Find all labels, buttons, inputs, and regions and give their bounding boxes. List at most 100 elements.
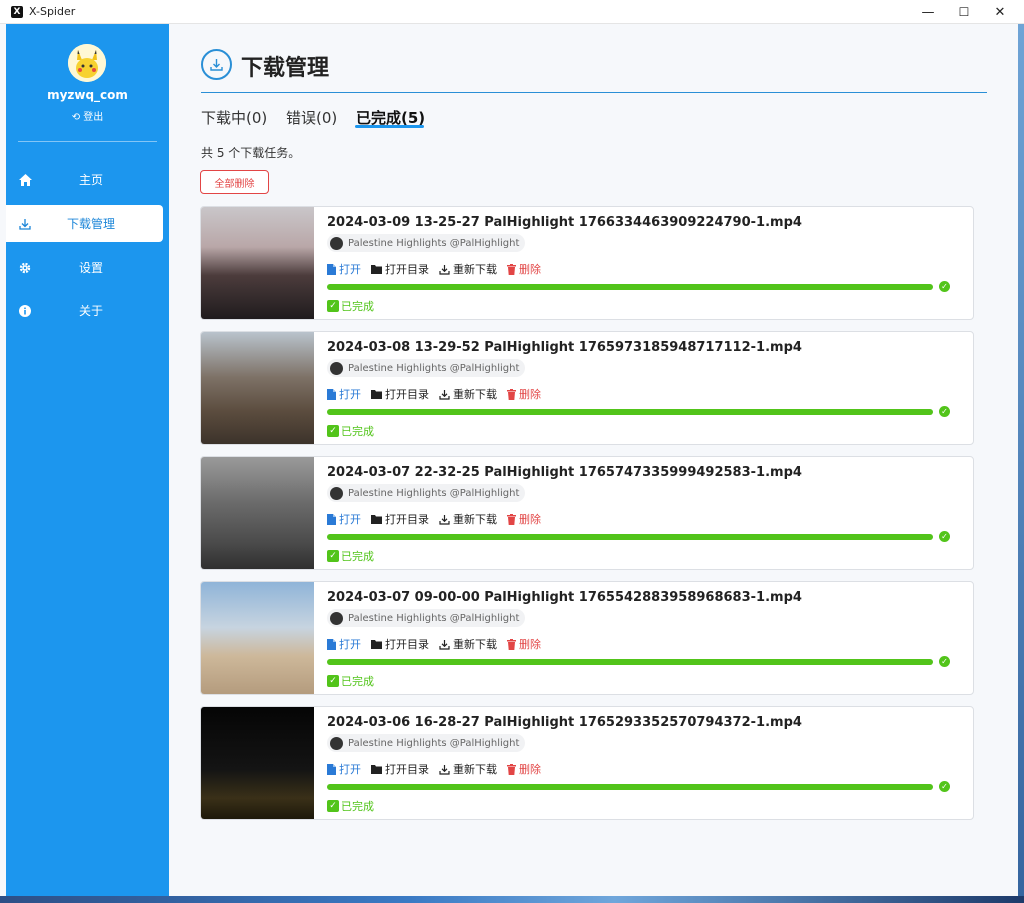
maximize-button[interactable]: ☐ — [946, 0, 982, 24]
redownload-button[interactable]: 重新下载 — [439, 261, 497, 277]
download-manager-icon — [201, 49, 232, 80]
redownload-button[interactable]: 重新下载 — [439, 761, 497, 777]
video-thumbnail[interactable] — [201, 457, 314, 569]
file-icon — [327, 763, 336, 775]
checkbox-checked-icon: ✓ — [327, 800, 339, 812]
card-actions: 打开 打开目录 重新下载 删除 — [327, 636, 551, 652]
open-directory-label: 打开目录 — [385, 513, 429, 526]
active-tab-indicator — [355, 125, 424, 128]
app-window: X X-Spider — ☐ ✕ myzwq_com ⟲ 登出 主页 下载管理 … — [0, 0, 1024, 896]
logout-icon: ⟲ — [71, 112, 81, 123]
progress-fill — [327, 784, 933, 790]
redownload-button[interactable]: 重新下载 — [439, 386, 497, 402]
status-badge: ✓ 已完成 — [327, 298, 374, 314]
close-button[interactable]: ✕ — [982, 0, 1018, 24]
author-name: Palestine Highlights @PalHighlight — [348, 362, 520, 374]
sidebar-item-about[interactable]: 关于 — [6, 292, 169, 329]
author-chip[interactable]: Palestine Highlights @PalHighlight — [327, 609, 526, 627]
redownload-button[interactable]: 重新下载 — [439, 511, 497, 527]
progress-bar — [327, 534, 933, 540]
file-name: 2024-03-07 22-32-25 PalHighlight 1765747… — [327, 465, 802, 480]
author-name: Palestine Highlights @PalHighlight — [348, 237, 520, 249]
redownload-label: 重新下载 — [453, 263, 497, 276]
progress-fill — [327, 534, 933, 540]
author-chip[interactable]: Palestine Highlights @PalHighlight — [327, 359, 526, 377]
checkbox-checked-icon: ✓ — [327, 425, 339, 437]
file-name: 2024-03-07 09-00-00 PalHighlight 1765542… — [327, 590, 802, 605]
progress-bar — [327, 409, 933, 415]
delete-button[interactable]: 删除 — [507, 636, 541, 652]
author-chip[interactable]: Palestine Highlights @PalHighlight — [327, 484, 526, 502]
app-logo-icon: X — [11, 5, 23, 18]
open-directory-button[interactable]: 打开目录 — [371, 386, 429, 402]
card-actions: 打开 打开目录 重新下载 删除 — [327, 511, 551, 527]
title-bar: X X-Spider — ☐ ✕ — [0, 0, 1024, 24]
author-avatar — [330, 361, 343, 375]
delete-all-button[interactable]: 全部删除 — [200, 170, 269, 194]
pikachu-avatar-icon — [68, 44, 106, 82]
open-file-button[interactable]: 打开 — [327, 386, 361, 402]
redownload-label: 重新下载 — [453, 513, 497, 526]
check-circle-icon: ✓ — [939, 781, 950, 792]
delete-label: 删除 — [519, 388, 541, 401]
tab-errors[interactable]: 错误(0) — [286, 107, 337, 128]
redownload-label: 重新下载 — [453, 638, 497, 651]
author-chip[interactable]: Palestine Highlights @PalHighlight — [327, 734, 526, 752]
open-directory-label: 打开目录 — [385, 388, 429, 401]
delete-button[interactable]: 删除 — [507, 511, 541, 527]
file-icon — [327, 513, 336, 525]
trash-icon — [507, 763, 516, 775]
video-thumbnail[interactable] — [201, 332, 314, 444]
redownload-label: 重新下载 — [453, 388, 497, 401]
sidebar-item-settings[interactable]: 设置 — [6, 249, 169, 286]
sidebar-item-download-manager[interactable]: 下载管理 — [6, 205, 163, 242]
author-name: Palestine Highlights @PalHighlight — [348, 737, 520, 749]
trash-icon — [507, 513, 516, 525]
sidebar-item-home[interactable]: 主页 — [6, 161, 169, 198]
card-actions: 打开 打开目录 重新下载 删除 — [327, 386, 551, 402]
delete-label: 删除 — [519, 638, 541, 651]
open-directory-label: 打开目录 — [385, 638, 429, 651]
open-directory-button[interactable]: 打开目录 — [371, 636, 429, 652]
file-name: 2024-03-09 13-25-27 PalHighlight 1766334… — [327, 215, 802, 230]
author-avatar — [330, 486, 343, 500]
card-actions: 打开 打开目录 重新下载 删除 — [327, 761, 551, 777]
status-label: 已完成 — [341, 675, 374, 688]
delete-button[interactable]: 删除 — [507, 761, 541, 777]
avatar[interactable] — [68, 44, 106, 82]
trash-icon — [507, 263, 516, 275]
open-file-button[interactable]: 打开 — [327, 761, 361, 777]
check-circle-icon: ✓ — [939, 281, 950, 292]
redownload-button[interactable]: 重新下载 — [439, 636, 497, 652]
tab-downloading[interactable]: 下载中(0) — [201, 107, 267, 128]
open-directory-button[interactable]: 打开目录 — [371, 261, 429, 277]
sidebar-item-label: 关于 — [78, 304, 103, 318]
sidebar-item-label: 下载管理 — [66, 217, 115, 231]
author-avatar — [330, 611, 343, 625]
check-circle-icon: ✓ — [939, 656, 950, 667]
task-count-text: 共 5 个下载任务。 — [201, 146, 301, 160]
open-directory-button[interactable]: 打开目录 — [371, 511, 429, 527]
redownload-label: 重新下载 — [453, 763, 497, 776]
logout-button[interactable]: ⟲ 登出 — [6, 108, 169, 123]
delete-button[interactable]: 删除 — [507, 261, 541, 277]
author-name: Palestine Highlights @PalHighlight — [348, 612, 520, 624]
open-file-button[interactable]: 打开 — [327, 511, 361, 527]
video-thumbnail[interactable] — [201, 207, 314, 319]
status-label: 已完成 — [341, 550, 374, 563]
minimize-button[interactable]: — — [910, 0, 946, 24]
author-chip[interactable]: Palestine Highlights @PalHighlight — [327, 234, 526, 252]
video-thumbnail[interactable] — [201, 582, 314, 694]
video-thumbnail[interactable] — [201, 707, 314, 819]
download-icon — [439, 264, 450, 275]
window-title: X-Spider — [29, 5, 76, 18]
open-file-button[interactable]: 打开 — [327, 261, 361, 277]
author-avatar — [330, 736, 343, 750]
open-file-label: 打开 — [339, 263, 361, 276]
open-file-button[interactable]: 打开 — [327, 636, 361, 652]
sidebar: myzwq_com ⟲ 登出 主页 下载管理 设置 关于 — [6, 24, 169, 896]
download-icon — [439, 764, 450, 775]
delete-button[interactable]: 删除 — [507, 386, 541, 402]
download-icon — [439, 639, 450, 650]
open-directory-button[interactable]: 打开目录 — [371, 761, 429, 777]
